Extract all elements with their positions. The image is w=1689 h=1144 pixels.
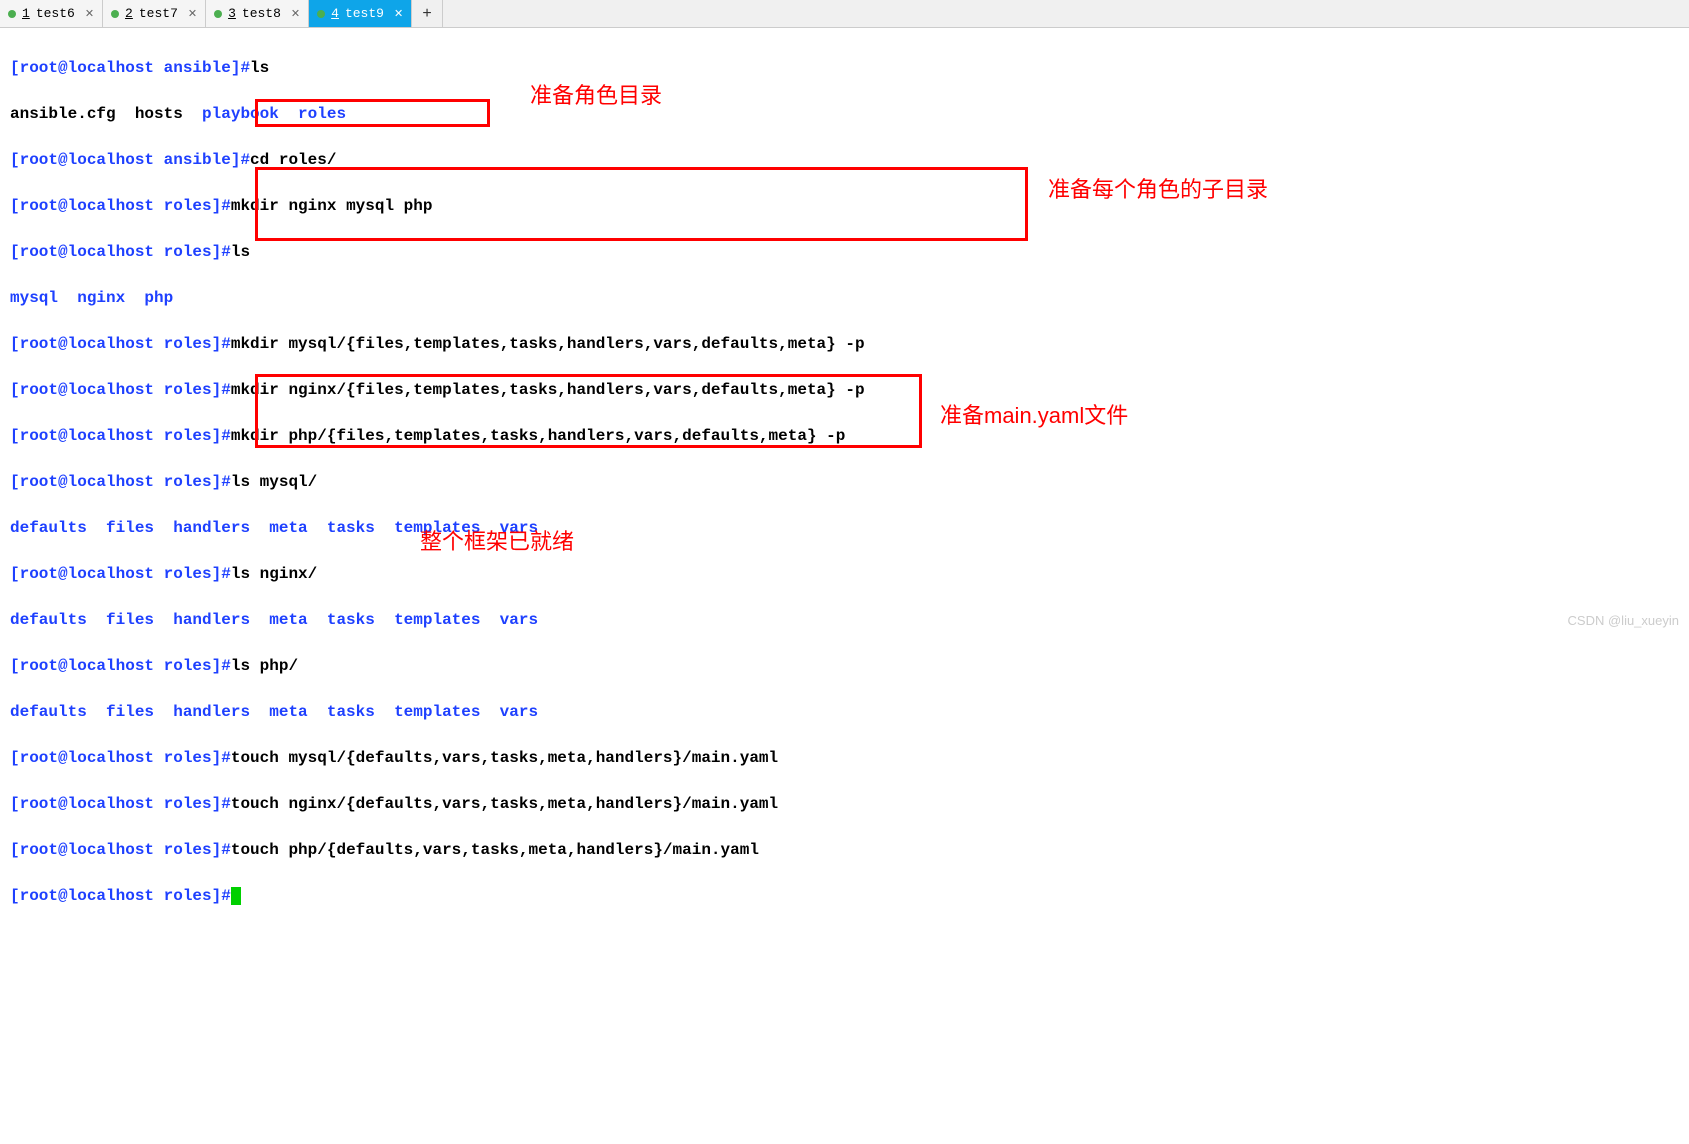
cmd-mkdir-mysql: mkdir mysql/{files,templates,tasks,handl… <box>231 335 865 353</box>
tab-test6[interactable]: 1 test6 ✕ <box>0 0 103 27</box>
cmd-ls-mysql: ls mysql/ <box>231 473 317 491</box>
tab-test7[interactable]: 2 test7 ✕ <box>103 0 206 27</box>
tab-num: 3 <box>228 6 236 21</box>
tab-num: 4 <box>331 6 339 21</box>
close-icon[interactable]: ✕ <box>188 7 197 21</box>
annotation-text: 整个框架已就绪 <box>420 530 574 553</box>
tab-label: test6 <box>36 6 75 21</box>
watermark: CSDN @liu_xueyin <box>1568 613 1679 628</box>
status-dot-icon <box>317 10 325 18</box>
close-icon[interactable]: ✕ <box>291 7 300 21</box>
cmd-mkdir-php: mkdir php/{files,templates,tasks,handler… <box>231 427 846 445</box>
tab-test9[interactable]: 4 test9 ✕ <box>309 0 412 27</box>
output-text: ansible.cfg hosts <box>10 105 202 123</box>
close-icon[interactable]: ✕ <box>85 7 94 21</box>
cursor-icon <box>231 887 241 905</box>
prompt: [root@localhost roles]# <box>10 657 231 675</box>
cmd-touch-php: touch php/{defaults,vars,tasks,meta,hand… <box>231 841 759 859</box>
annotation-text: 准备每个角色的子目录 <box>1048 178 1268 201</box>
output-dirs: defaults files handlers meta tasks templ… <box>10 611 538 629</box>
status-dot-icon <box>111 10 119 18</box>
prompt: [root@localhost ansible]# <box>10 151 250 169</box>
cmd-ls-php: ls php/ <box>231 657 298 675</box>
prompt: [root@localhost roles]# <box>10 841 231 859</box>
prompt: [root@localhost roles]# <box>10 427 231 445</box>
status-dot-icon <box>8 10 16 18</box>
output-dirs: playbook roles <box>202 105 346 123</box>
annotation-text: 准备main.yaml文件 <box>940 404 1128 427</box>
cmd-touch-nginx: touch nginx/{defaults,vars,tasks,meta,ha… <box>231 795 778 813</box>
tab-num: 2 <box>125 6 133 21</box>
prompt: [root@localhost roles]# <box>10 795 231 813</box>
add-tab-button[interactable]: + <box>412 0 443 27</box>
status-dot-icon <box>214 10 222 18</box>
prompt: [root@localhost ansible]# <box>10 59 250 77</box>
cmd-touch-mysql: touch mysql/{defaults,vars,tasks,meta,ha… <box>231 749 778 767</box>
annotation-text: 准备角色目录 <box>530 84 662 107</box>
cmd-mkdir-nginx: mkdir nginx/{files,templates,tasks,handl… <box>231 381 865 399</box>
cmd-ls: ls <box>231 243 250 261</box>
prompt: [root@localhost roles]# <box>10 565 231 583</box>
prompt: [root@localhost roles]# <box>10 887 231 905</box>
cmd-cd: cd roles/ <box>250 151 336 169</box>
output-dirs: defaults files handlers meta tasks templ… <box>10 703 538 721</box>
tab-test8[interactable]: 3 test8 ✕ <box>206 0 309 27</box>
prompt: [root@localhost roles]# <box>10 473 231 491</box>
cmd-mkdir-roles: mkdir nginx mysql php <box>231 197 433 215</box>
close-icon[interactable]: ✕ <box>394 7 403 21</box>
tab-num: 1 <box>22 6 30 21</box>
prompt: [root@localhost roles]# <box>10 381 231 399</box>
tab-label: test7 <box>139 6 178 21</box>
tab-label: test8 <box>242 6 281 21</box>
cmd-ls-nginx: ls nginx/ <box>231 565 317 583</box>
prompt: [root@localhost roles]# <box>10 243 231 261</box>
output-dirs: mysql nginx php <box>10 289 173 307</box>
prompt: [root@localhost roles]# <box>10 749 231 767</box>
prompt: [root@localhost roles]# <box>10 197 231 215</box>
tab-bar: 1 test6 ✕ 2 test7 ✕ 3 test8 ✕ 4 test9 ✕ … <box>0 0 1689 28</box>
tab-label: test9 <box>345 6 384 21</box>
terminal-output[interactable]: [root@localhost ansible]#ls ansible.cfg … <box>0 28 1689 1144</box>
prompt: [root@localhost roles]# <box>10 335 231 353</box>
cmd-ls: ls <box>250 59 269 77</box>
